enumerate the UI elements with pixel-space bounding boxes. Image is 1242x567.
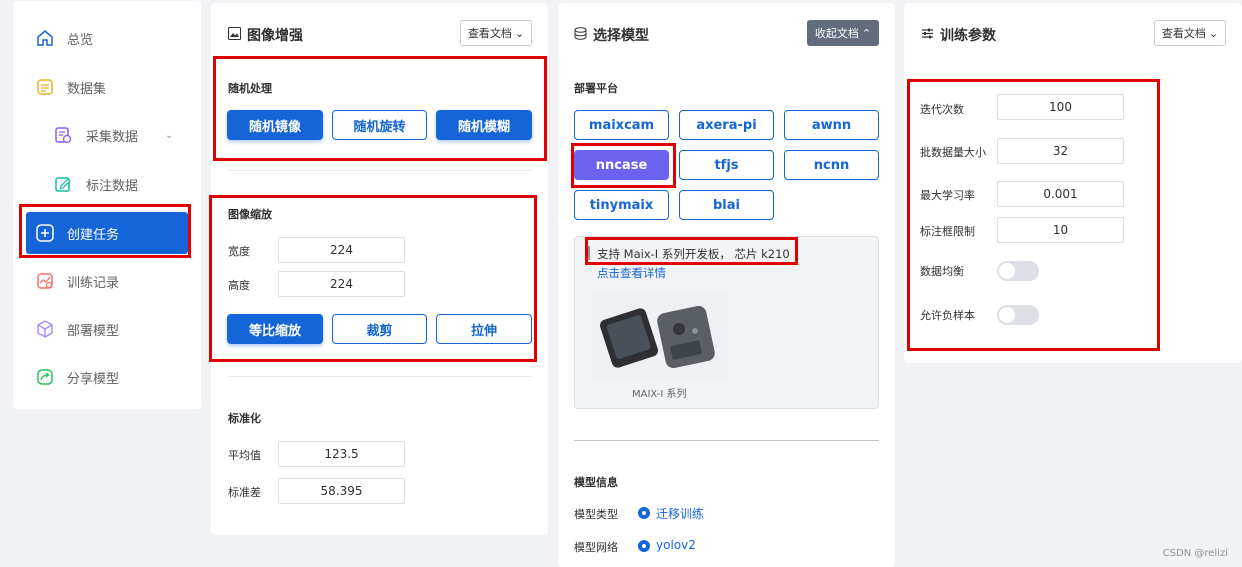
model-type-label: 模型类型 [574,508,618,521]
highlight-box [19,204,191,258]
platform-axera-pi-button[interactable]: axera-pi [679,110,774,140]
model-type-radio[interactable] [638,507,650,519]
chevron-down-icon: ⌄ [514,26,525,40]
dataset-icon [35,77,55,97]
highlight-box [209,195,537,362]
cube-icon [35,319,55,339]
highlight-box [213,56,547,161]
model-type-value[interactable]: 迁移训练 [656,505,704,522]
sidebar-item-label: 训练记录 [67,275,120,291]
highlight-box [585,237,798,265]
home-icon [35,28,55,48]
board-image [591,291,727,381]
sidebar-item-collect[interactable]: 采集数据 ⌄ [13,115,201,155]
divider [228,170,532,171]
sidebar-item-train-record[interactable]: 训练记录 [13,261,201,301]
platform-maixcam-button[interactable]: maixcam [574,110,669,140]
watermark: CSDN @relizi [1162,548,1228,559]
sidebar-item-label: 部署模型 [67,323,120,339]
platform-awnn-button[interactable]: awnn [784,110,879,140]
sidebar-item-label: 分享模型 [67,371,120,387]
sidebar-item-share[interactable]: 分享模型 [13,357,201,397]
platform-tinymaix-button[interactable]: tinymaix [574,190,669,220]
model-net-label: 模型网络 [574,541,618,554]
sidebar-item-label: 采集数据 [86,129,139,145]
divider [228,376,532,377]
view-details-link[interactable]: 点击查看详情 [597,265,666,281]
model-info-label: 模型信息 [574,476,618,489]
collect-icon [53,125,73,145]
sidebar-item-label: 数据集 [67,81,107,97]
sidebar-item-deploy[interactable]: 部署模型 [13,309,201,349]
view-docs-button[interactable]: 查看文档 ⌄ [1154,20,1226,46]
mean-input[interactable]: 123.5 [278,441,405,467]
model-net-radio[interactable] [638,540,650,552]
chevron-down-icon: ⌄ [1208,26,1219,40]
highlight-box [907,79,1160,351]
std-label: 标准差 [228,486,261,499]
sidebar-item-overview[interactable]: 总览 [13,18,201,58]
model-title: 选择模型 [574,25,649,45]
std-input[interactable]: 58.395 [278,478,405,504]
highlight-box [571,143,676,188]
sliders-icon [921,27,934,44]
normalize-section-label: 标准化 [228,412,261,425]
platform-ncnn-button[interactable]: ncnn [784,150,879,180]
share-icon [35,367,55,387]
platform-blai-button[interactable]: blai [679,190,774,220]
chevron-up-icon: ⌃ [861,26,872,40]
image-icon [228,26,241,44]
mean-label: 平均值 [228,449,261,462]
divider [574,440,879,441]
collapse-docs-button[interactable]: 收起文档 ⌃ [807,20,879,46]
platform-section-label: 部署平台 [574,82,618,95]
sidebar-item-label: 总览 [67,32,94,48]
augment-title: 图像增强 [228,25,303,45]
sidebar-item-label: 标注数据 [86,178,139,194]
database-icon [574,26,587,44]
platform-tfjs-button[interactable]: tfjs [679,150,774,180]
view-docs-button[interactable]: 查看文档 ⌄ [460,20,532,46]
chevron-down-icon: ⌄ [165,129,174,141]
sidebar-item-dataset[interactable]: 数据集 [13,67,201,107]
board-caption: MAIX-I 系列 [632,389,687,400]
train-record-icon [35,271,55,291]
model-net-value[interactable]: yolov2 [656,538,696,552]
sidebar-item-annotate[interactable]: 标注数据 [13,164,201,204]
annotate-icon [53,174,73,194]
train-title: 训练参数 [921,25,996,45]
